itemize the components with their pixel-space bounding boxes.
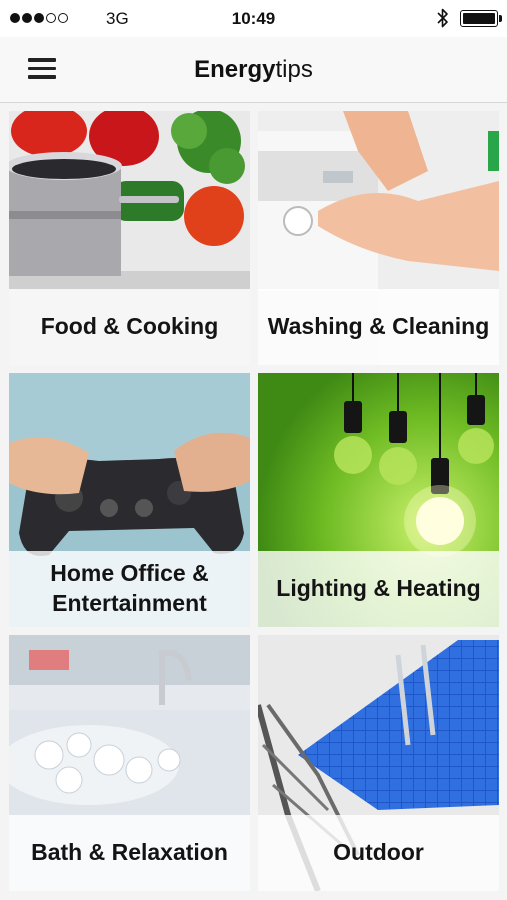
tile-label: Food & Cooking [9,289,250,365]
tile-label: Home Office & Entertainment [9,551,250,627]
battery-icon [460,10,502,27]
tile-label: Lighting & Heating [258,551,499,627]
nav-bar: Energytips [0,37,507,103]
tile-label: Bath & Relaxation [9,815,250,891]
page-title: Energytips [0,56,507,84]
bluetooth-icon [437,8,448,28]
tile-label: Washing & Cleaning [258,289,499,365]
tile-food-cooking[interactable]: Food & Cooking [9,111,250,365]
title-regular: tips [275,56,313,83]
title-bold: Energy [194,56,276,83]
tile-bath-relaxation[interactable]: Bath & Relaxation [9,635,250,891]
tile-outdoor[interactable]: Outdoor [258,635,499,891]
status-bar: 3G 10:49 [0,0,507,37]
tile-home-office-entertainment[interactable]: Home Office & Entertainment [9,373,250,627]
tile-label: Outdoor [258,815,499,891]
status-time: 10:49 [231,9,276,28]
tile-lighting-heating[interactable]: Lighting & Heating [258,373,499,627]
tile-washing-cleaning[interactable]: Washing & Cleaning [258,111,499,365]
